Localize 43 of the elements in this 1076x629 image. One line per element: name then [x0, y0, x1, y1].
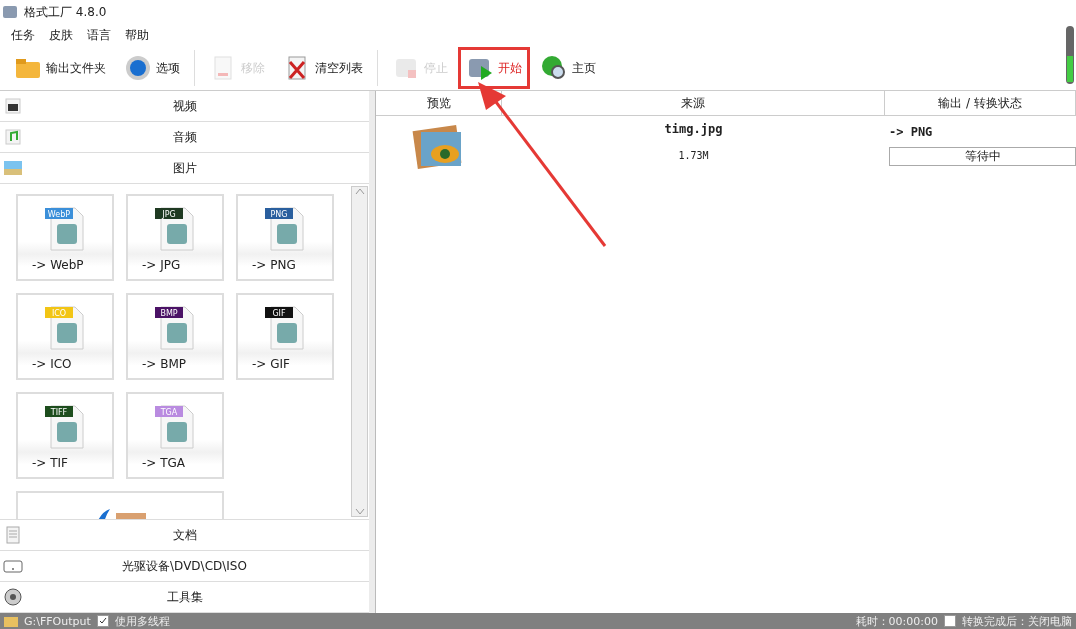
column-header[interactable]: 输出 / 转换状态: [885, 91, 1076, 115]
output-format: -> PNG: [889, 125, 934, 139]
file-size: 1.73M: [678, 150, 709, 161]
menu-item[interactable]: 皮肤: [44, 26, 78, 44]
gear-icon: [124, 54, 152, 82]
format-tile[interactable]: WebP -> WebP: [16, 194, 114, 281]
menu-item[interactable]: 语言: [82, 26, 116, 44]
toolbar-button[interactable]: 清空列表: [275, 47, 371, 89]
video-category-icon: [3, 96, 23, 116]
folder-icon: [4, 615, 18, 627]
output-folder-path: G:\FFOutput: [24, 614, 91, 628]
format-tile[interactable]: ICO -> ICO: [16, 293, 114, 380]
scrollbar[interactable]: [351, 186, 368, 517]
menu-item[interactable]: 任务: [6, 26, 40, 44]
document-category-icon: [3, 525, 23, 545]
window-title: 格式工厂 4.8.0: [24, 3, 107, 21]
scroll-down-icon: [354, 508, 365, 516]
checkbox-label: 使用多线程: [114, 613, 170, 629]
format-tile[interactable]: TGA -> TGA: [126, 392, 224, 479]
app-logo-icon: [2, 4, 18, 20]
checkbox[interactable]: [944, 615, 956, 627]
check-icon: [98, 617, 107, 625]
menu-item[interactable]: 帮助: [120, 26, 154, 44]
checkbox-label: 转换完成后：关闭电脑: [962, 613, 1072, 629]
format-tile[interactable]: PNG -> PNG: [236, 194, 334, 281]
toolbar-button[interactable]: 选项: [116, 47, 188, 89]
format-tile[interactable]: BMP -> BMP: [126, 293, 224, 380]
format-tile[interactable]: GIF -> GIF: [236, 293, 334, 380]
status-field: 等待中: [889, 147, 1076, 166]
tools-category-icon: [3, 587, 23, 607]
toolbar-button[interactable]: 主页: [532, 47, 604, 89]
toolbar-button[interactable]: 开始: [458, 47, 530, 89]
audio-category-icon: [3, 127, 23, 147]
picture-category-icon: [3, 158, 23, 178]
meter-icon: [1066, 26, 1074, 84]
toolbar-button[interactable]: 输出文件夹: [6, 47, 114, 89]
checkbox[interactable]: [96, 615, 109, 627]
scroll-up-icon: [354, 187, 365, 195]
format-tile[interactable]: JPG -> JPG: [126, 194, 224, 281]
format-tile[interactable]: TIFF -> TIF: [16, 392, 114, 479]
elapsed-time: 耗时：00:00:00: [855, 613, 938, 629]
home-icon: [540, 54, 568, 82]
file-name: timg.jpg: [664, 122, 723, 136]
